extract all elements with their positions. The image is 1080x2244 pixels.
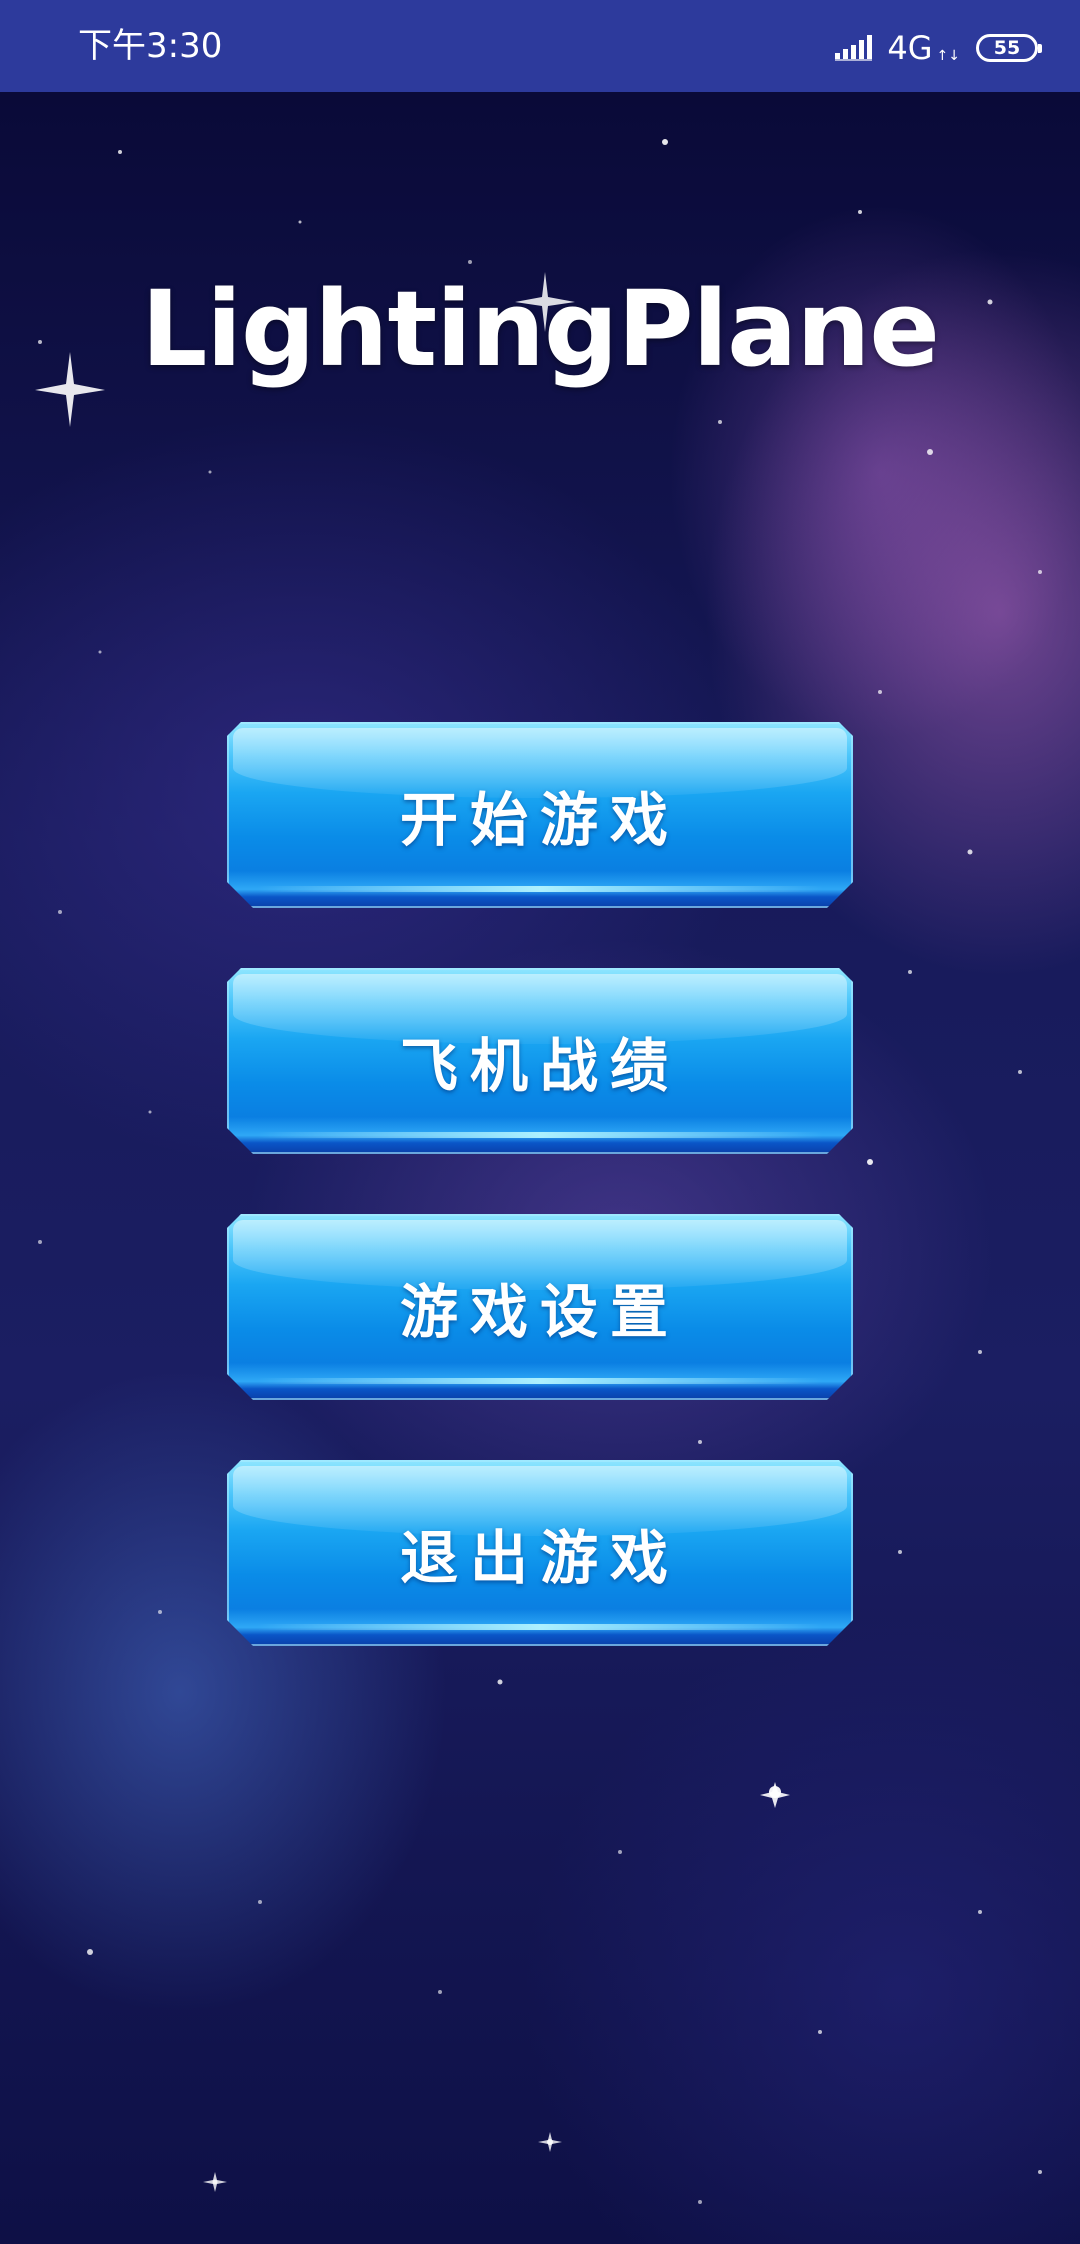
main-menu: 开始游戏 飞机战绩 游戏设置 退出游戏 [227,722,853,1706]
plane-records-label: 飞机战绩 [399,1032,680,1100]
app-title: LightingPlane [141,268,940,390]
exit-game-button[interactable]: 退出游戏 [227,1460,853,1646]
status-indicators: 4G ↑↓ 55 [835,28,1042,68]
battery-level: 55 [993,37,1021,59]
plane-records-button[interactable]: 飞机战绩 [227,968,853,1154]
battery-icon: 55 [976,34,1042,62]
game-settings-button[interactable]: 游戏设置 [227,1214,853,1400]
main-menu-screen: 下午3:30 4G ↑↓ 55 LightingPlane 开始游戏 飞机战绩 … [0,0,1080,2244]
status-bar: 下午3:30 4G ↑↓ 55 [0,0,1080,92]
exit-game-label: 退出游戏 [399,1524,680,1592]
game-settings-label: 游戏设置 [399,1278,680,1346]
start-game-button[interactable]: 开始游戏 [227,722,853,908]
data-activity-icon: ↑↓ [936,48,960,64]
network-type: 4G [887,29,933,67]
status-time: 下午3:30 [78,26,223,66]
signal-icon [835,35,873,61]
start-game-label: 开始游戏 [399,786,680,854]
